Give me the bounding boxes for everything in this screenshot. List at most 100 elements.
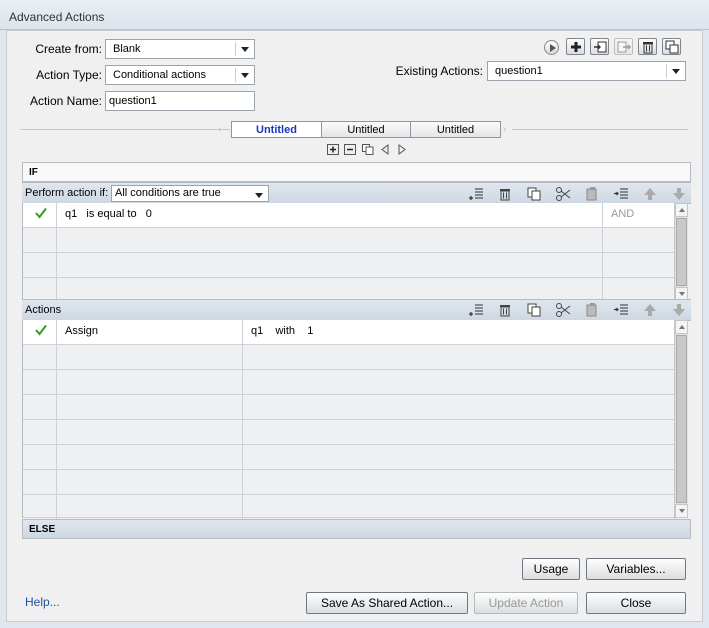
copy-tab-icon[interactable] [362, 144, 374, 155]
move-up-icon[interactable] [642, 302, 658, 318]
action-params-cell[interactable]: q1 with 1 [243, 320, 675, 344]
trash-icon[interactable] [497, 186, 513, 202]
scroll-up-icon[interactable] [675, 320, 688, 334]
cut-icon[interactable] [555, 302, 571, 318]
action-params-cell[interactable] [243, 370, 675, 394]
action-command[interactable] [57, 470, 243, 494]
delete-action-button[interactable] [638, 38, 657, 55]
export-action-button[interactable] [614, 38, 633, 55]
actions-scrollbar[interactable] [674, 320, 688, 518]
action-name-input[interactable]: question1 [105, 91, 255, 111]
move-down-icon[interactable] [671, 186, 687, 202]
action-params-cell[interactable] [243, 445, 675, 469]
add-row-icon[interactable] [468, 302, 484, 318]
row-status-cell [23, 420, 57, 444]
move-tab-left-icon[interactable] [379, 144, 391, 155]
paste-icon[interactable] [584, 186, 600, 202]
scroll-thumb[interactable] [676, 335, 687, 503]
table-row[interactable] [23, 278, 675, 302]
table-row[interactable] [23, 445, 675, 470]
update-action-button[interactable]: Update Action [474, 592, 578, 614]
perform-condition-dropdown[interactable]: All conditions are true [111, 185, 269, 202]
else-section-header[interactable]: ELSE [22, 519, 691, 539]
condition-cell[interactable] [57, 253, 603, 277]
divider-left [20, 129, 230, 130]
scroll-thumb[interactable] [676, 218, 687, 286]
trash-icon[interactable] [497, 302, 513, 318]
chevron-down-icon[interactable] [236, 66, 254, 84]
row-status-cell [23, 203, 57, 227]
action-params-cell[interactable] [243, 420, 675, 444]
move-tab-right-icon[interactable] [396, 144, 408, 155]
action-type-label: Action Type: [36, 68, 102, 82]
add-action-button[interactable] [566, 38, 585, 55]
import-action-button[interactable] [590, 38, 609, 55]
table-row[interactable] [23, 470, 675, 495]
add-tab-icon[interactable] [327, 144, 339, 155]
table-row[interactable] [23, 420, 675, 445]
actions-header: Actions [25, 304, 62, 316]
existing-actions-label: Existing Actions: [395, 64, 483, 78]
scroll-left-icon[interactable]: ‹ [218, 124, 221, 135]
condition-value: 0 [145, 208, 152, 220]
action-command[interactable] [57, 395, 243, 419]
duplicate-action-button[interactable] [662, 38, 681, 55]
scroll-up-icon[interactable] [675, 203, 688, 217]
tab-untitled-1[interactable]: Untitled [231, 121, 322, 138]
copy-icon[interactable] [526, 186, 542, 202]
move-down-icon[interactable] [671, 302, 687, 318]
table-row[interactable]: q1 is equal to 0 AND [23, 203, 675, 228]
condition-joiner[interactable]: AND [603, 203, 675, 227]
action-command[interactable] [57, 345, 243, 369]
save-as-shared-action-button[interactable]: Save As Shared Action... [306, 592, 468, 614]
action-command[interactable] [57, 495, 243, 519]
cut-icon[interactable] [555, 186, 571, 202]
insert-row-icon[interactable] [613, 302, 629, 318]
chevron-down-icon[interactable] [667, 62, 685, 80]
table-row[interactable] [23, 370, 675, 395]
add-row-icon[interactable] [468, 186, 484, 202]
variables-button[interactable]: Variables... [586, 558, 686, 580]
scroll-right-icon[interactable]: › [503, 124, 506, 135]
action-params-cell[interactable] [243, 395, 675, 419]
preview-play-icon[interactable] [544, 40, 559, 55]
chevron-down-icon[interactable] [236, 40, 254, 58]
table-row[interactable] [23, 228, 675, 253]
condition-cell[interactable]: q1 is equal to 0 [57, 203, 603, 227]
action-command[interactable] [57, 370, 243, 394]
table-row[interactable] [23, 495, 675, 519]
table-row[interactable] [23, 345, 675, 370]
action-params-cell[interactable] [243, 495, 675, 519]
condition-joiner[interactable] [603, 253, 675, 277]
create-from-dropdown[interactable]: Blank [105, 39, 255, 59]
existing-actions-dropdown[interactable]: question1 [487, 61, 686, 81]
paste-icon[interactable] [584, 302, 600, 318]
tab-untitled-2[interactable]: Untitled [321, 121, 411, 138]
chevron-down-icon[interactable] [250, 186, 268, 201]
action-type-dropdown[interactable]: Conditional actions [105, 65, 255, 85]
remove-tab-icon[interactable] [344, 144, 356, 155]
copy-icon[interactable] [526, 302, 542, 318]
help-link[interactable]: Help... [25, 595, 60, 609]
condition-joiner[interactable] [603, 228, 675, 252]
action-params-cell[interactable] [243, 470, 675, 494]
action-target: q1 [251, 325, 264, 337]
scroll-down-icon[interactable] [675, 504, 688, 518]
insert-row-icon[interactable] [613, 186, 629, 202]
close-button[interactable]: Close [586, 592, 686, 614]
action-params-cell[interactable] [243, 345, 675, 369]
action-command[interactable]: Assign [57, 320, 243, 344]
table-row[interactable] [23, 395, 675, 420]
table-row[interactable] [23, 253, 675, 278]
export-icon [617, 41, 631, 53]
table-row[interactable]: Assign q1 with 1 [23, 320, 675, 345]
perform-condition-value: All conditions are true [115, 187, 221, 199]
action-command[interactable] [57, 420, 243, 444]
conditions-scrollbar[interactable] [674, 203, 688, 301]
action-command[interactable] [57, 445, 243, 469]
condition-cell[interactable] [57, 228, 603, 252]
tab-untitled-3[interactable]: Untitled [410, 121, 501, 138]
usage-button[interactable]: Usage [522, 558, 580, 580]
row-status-cell [23, 253, 57, 277]
move-up-icon[interactable] [642, 186, 658, 202]
